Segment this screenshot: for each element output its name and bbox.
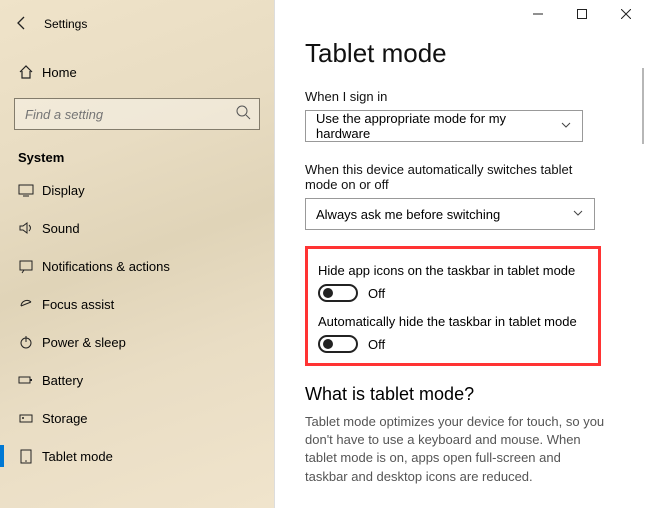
- hide-icons-label: Hide app icons on the taskbar in tablet …: [318, 263, 588, 278]
- search-icon: [236, 105, 252, 126]
- hide-taskbar-state: Off: [368, 337, 385, 352]
- chevron-down-icon: [560, 119, 572, 134]
- tablet-icon: [18, 448, 42, 464]
- scrollbar[interactable]: [642, 68, 644, 144]
- maximize-button[interactable]: [560, 0, 604, 28]
- sidebar-item-tablet[interactable]: Tablet mode: [0, 437, 274, 475]
- what-heading: What is tablet mode?: [305, 384, 638, 405]
- switch-label: When this device automatically switches …: [305, 162, 605, 192]
- power-icon: [18, 334, 42, 350]
- content-area: Tablet mode When I sign in Use the appro…: [305, 38, 638, 508]
- hide-icons-toggle[interactable]: [318, 284, 358, 302]
- sidebar-item-notifications[interactable]: Notifications & actions: [0, 247, 274, 285]
- focus-icon: [18, 296, 42, 312]
- notifications-icon: [18, 258, 42, 274]
- hide-icons-state: Off: [368, 286, 385, 301]
- sidebar-home[interactable]: Home: [0, 54, 274, 90]
- sidebar-item-battery[interactable]: Battery: [0, 361, 274, 399]
- page-title: Tablet mode: [305, 38, 638, 69]
- sidebar-item-sound[interactable]: Sound: [0, 209, 274, 247]
- home-label: Home: [42, 65, 77, 80]
- sidebar-item-power[interactable]: Power & sleep: [0, 323, 274, 361]
- close-button[interactable]: [604, 0, 648, 28]
- switch-select[interactable]: Always ask me before switching: [305, 198, 595, 230]
- hide-taskbar-toggle[interactable]: [318, 335, 358, 353]
- sound-icon: [18, 220, 42, 236]
- minimize-button[interactable]: [516, 0, 560, 28]
- chevron-down-icon: [572, 207, 584, 222]
- category-label: System: [18, 150, 274, 165]
- back-button[interactable]: [14, 15, 44, 34]
- home-icon: [18, 64, 42, 80]
- sidebar-item-focus[interactable]: Focus assist: [0, 285, 274, 323]
- highlighted-settings: Hide app icons on the taskbar in tablet …: [305, 246, 601, 366]
- sidebar-item-storage[interactable]: Storage: [0, 399, 274, 437]
- what-description: Tablet mode optimizes your device for to…: [305, 413, 605, 486]
- hide-taskbar-label: Automatically hide the taskbar in tablet…: [318, 314, 588, 329]
- display-icon: [18, 182, 42, 198]
- signin-label: When I sign in: [305, 89, 638, 104]
- sidebar: Settings Home System Display Sound Notif…: [0, 0, 275, 508]
- battery-icon: [18, 372, 42, 388]
- signin-select[interactable]: Use the appropriate mode for my hardware: [305, 110, 583, 142]
- search-input[interactable]: [14, 98, 260, 130]
- storage-icon: [18, 410, 42, 426]
- window-title: Settings: [44, 17, 87, 31]
- sidebar-item-display[interactable]: Display: [0, 171, 274, 209]
